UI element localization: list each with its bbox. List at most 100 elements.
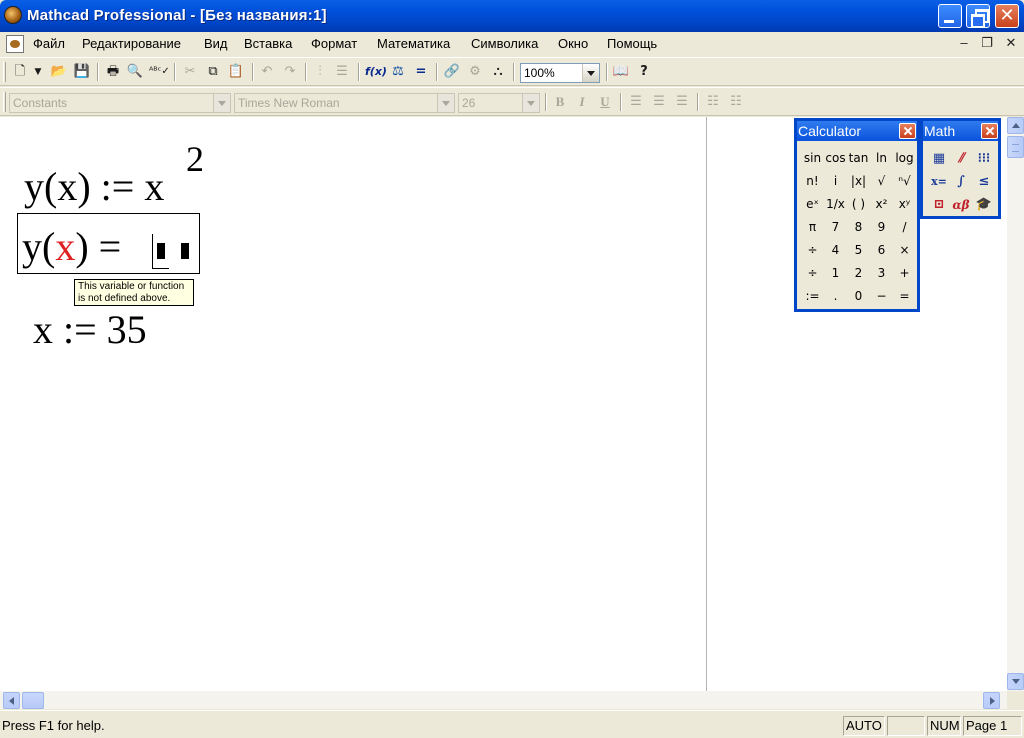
calculator-key[interactable]: 3 [870, 262, 893, 284]
numbering-icon[interactable]: ☷ [727, 93, 745, 111]
font-size-select[interactable]: 26 [458, 93, 540, 113]
calculator-key[interactable]: |x| [847, 170, 870, 192]
minimize-button[interactable] [938, 4, 962, 28]
spell-check-icon[interactable]: ᴬᴮᶜ✓ [149, 63, 170, 81]
bullets-icon[interactable]: ☷ [704, 93, 722, 111]
chevron-down-icon[interactable] [213, 94, 230, 112]
align-down-icon[interactable]: ☰ [333, 63, 351, 81]
programming-toolbar-icon[interactable]: ⊡ [929, 195, 949, 215]
calculator-key[interactable]: × [893, 239, 916, 261]
bold-button[interactable]: B [551, 93, 569, 111]
calculator-key[interactable]: √ [870, 170, 893, 192]
calculator-key[interactable]: 9 [870, 216, 893, 238]
toolbar-grip[interactable] [3, 92, 6, 112]
variable-definition[interactable]: x := 35 [33, 310, 147, 350]
calculator-key[interactable]: 1 [824, 262, 847, 284]
calculator-key[interactable]: ln [870, 147, 893, 169]
menu-format[interactable]: Формат [311, 36, 357, 51]
calculator-key[interactable]: i [824, 170, 847, 192]
insert-function-icon[interactable]: f(x) [365, 63, 387, 81]
doc-close-icon[interactable]: ✕ [1002, 35, 1020, 51]
mathcad-app-icon[interactable] [4, 6, 22, 24]
calculator-key[interactable]: := [801, 285, 824, 307]
calculator-key[interactable]: π [801, 216, 824, 238]
calculator-key[interactable]: 5 [847, 239, 870, 261]
doc-minimize-icon[interactable]: – [955, 35, 973, 51]
copy-icon[interactable]: ⧉ [204, 63, 222, 81]
resource-center-icon[interactable]: ⛬ [489, 63, 507, 81]
calculator-key[interactable]: x² [870, 193, 893, 215]
calculator-key[interactable]: ÷ [801, 262, 824, 284]
vertical-scroll-thumb[interactable] [1007, 136, 1024, 158]
menu-view[interactable]: Вид [204, 36, 228, 51]
underline-button[interactable]: U [596, 93, 614, 111]
calculator-toolbar-icon[interactable]: ▦ [929, 149, 949, 169]
math-palette[interactable]: Math ▦ ⫽ ⁝⁝⁝ x= ∫ ≤ ⊡ αβ 🎓 [920, 118, 1001, 219]
calculator-key[interactable]: ÷ [801, 239, 824, 261]
scroll-up-button[interactable] [1007, 117, 1024, 134]
chevron-down-icon[interactable] [582, 64, 599, 82]
undefined-variable[interactable]: x [55, 224, 75, 269]
calculator-key[interactable]: 1/x [824, 193, 847, 215]
menu-help[interactable]: Помощь [607, 36, 657, 51]
scroll-down-button[interactable] [1007, 673, 1024, 690]
menu-window[interactable]: Окно [558, 36, 588, 51]
symbolic-toolbar-icon[interactable]: 🎓 [974, 195, 994, 215]
chevron-down-icon[interactable] [522, 94, 539, 112]
menu-math[interactable]: Математика [377, 36, 450, 51]
align-left-icon[interactable]: ☰ [627, 93, 645, 111]
print-icon[interactable]: 🖶 [104, 63, 122, 81]
scroll-right-button[interactable] [983, 692, 1000, 709]
calculator-key[interactable]: tan [847, 147, 870, 169]
calculator-key[interactable]: 4 [824, 239, 847, 261]
align-across-icon[interactable]: ⫶ [311, 63, 329, 81]
doc-restore-icon[interactable]: ❐ [978, 35, 996, 51]
horizontal-scrollbar[interactable] [0, 691, 1024, 709]
calculator-key[interactable]: 8 [847, 216, 870, 238]
font-select[interactable]: Times New Roman [234, 93, 455, 113]
matrix-toolbar-icon[interactable]: ⁝⁝⁝ [974, 149, 994, 169]
calculator-key[interactable]: log [893, 147, 916, 169]
open-folder-icon[interactable]: 📂 [50, 63, 68, 81]
document-icon[interactable] [6, 35, 24, 53]
zoom-select[interactable]: 100% [520, 63, 600, 83]
resource-book-icon[interactable]: 📖 [612, 63, 630, 81]
result-placeholder[interactable] [157, 243, 165, 259]
italic-button[interactable]: I [573, 93, 591, 111]
calculator-key[interactable]: ( ) [847, 193, 870, 215]
calculator-key[interactable]: cos [824, 147, 847, 169]
maximize-button[interactable] [966, 4, 990, 28]
graph-toolbar-icon[interactable]: ⫽ [951, 149, 971, 169]
insert-component-icon[interactable]: ⚙ [466, 63, 484, 81]
insert-hyperlink-icon[interactable]: 🔗 [443, 63, 461, 81]
chevron-down-icon[interactable] [437, 94, 454, 112]
cut-scissors-icon[interactable]: ✂ [181, 63, 199, 81]
calculator-key[interactable]: = [893, 285, 916, 307]
calculate-icon[interactable]: = [412, 63, 430, 81]
save-disk-icon[interactable]: 💾 [73, 63, 91, 81]
calculator-key[interactable]: + [893, 262, 916, 284]
calculator-title-bar[interactable]: Calculator [797, 121, 917, 141]
toolbar-grip[interactable] [3, 62, 6, 82]
style-select[interactable]: Constants [9, 93, 231, 113]
calculator-close-icon[interactable] [899, 123, 916, 139]
math-title-bar[interactable]: Math [923, 121, 998, 141]
align-right-icon[interactable]: ☰ [673, 93, 691, 111]
help-question-icon[interactable]: ? [635, 63, 653, 81]
new-document-icon[interactable]: 🗋 [11, 63, 29, 81]
menu-file[interactable]: Файл [33, 36, 65, 51]
unit-placeholder[interactable] [181, 243, 189, 259]
greek-toolbar-icon[interactable]: αβ [951, 195, 971, 215]
calculator-key[interactable]: 0 [847, 285, 870, 307]
calculator-key[interactable]: eˣ [801, 193, 824, 215]
print-preview-icon[interactable]: 🔍 [126, 63, 144, 81]
align-center-icon[interactable]: ☰ [650, 93, 668, 111]
evaluation-expression[interactable]: y(x) = [22, 227, 121, 267]
calculator-palette[interactable]: Calculator sin cos tan ln log n! i |x| √ ⁿ√ eˣ 1/x(… [794, 118, 920, 312]
new-dropdown-icon[interactable]: ▼ [29, 63, 47, 81]
calculator-key[interactable]: 2 [847, 262, 870, 284]
undo-icon[interactable]: ↶ [258, 63, 276, 81]
redo-icon[interactable]: ↷ [281, 63, 299, 81]
insert-unit-icon[interactable]: ⚖ [389, 63, 407, 81]
menu-edit[interactable]: Редактирование [82, 36, 181, 51]
